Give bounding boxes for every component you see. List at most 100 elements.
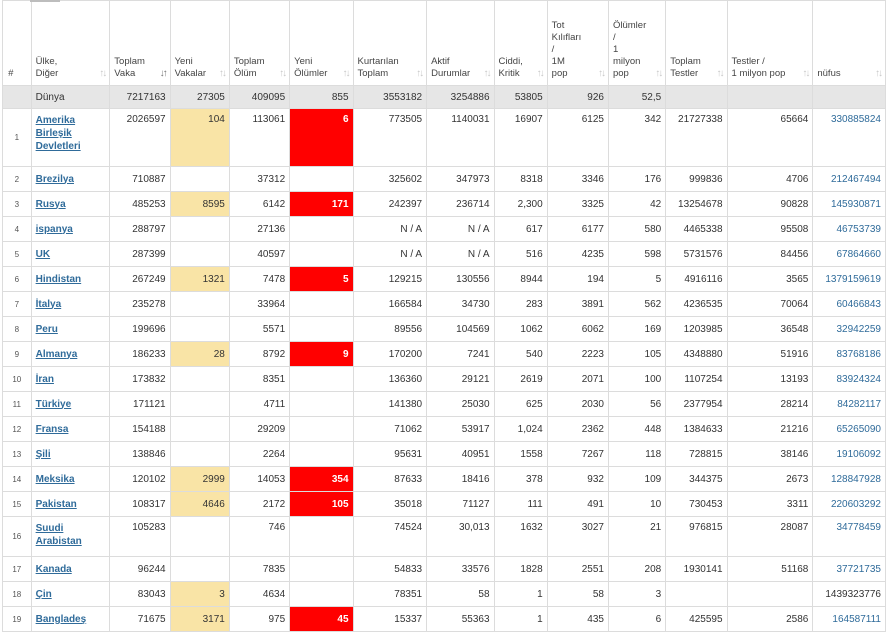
cell-population[interactable]: 220603292 bbox=[812, 491, 886, 517]
column-header-cases-per-1m[interactable]: Tot Kılıfları/1M pop ↑↓ bbox=[546, 0, 609, 86]
column-header-total-recovered[interactable]: Kurtarılan Toplam ↑↓ bbox=[352, 0, 428, 86]
country-link[interactable]: Hindistan bbox=[36, 273, 106, 286]
country-link[interactable]: Türkiye bbox=[36, 398, 106, 411]
cell-country: Çin bbox=[30, 581, 111, 607]
cell-population[interactable]: 128847928 bbox=[812, 466, 886, 492]
column-header-total-tests[interactable]: Toplam Testler ↑↓ bbox=[665, 0, 728, 86]
cell-country: Kanada bbox=[30, 556, 111, 582]
column-header-active-cases[interactable]: Aktif Durumlar ↑↓ bbox=[426, 0, 495, 86]
cell-population[interactable]: 46753739 bbox=[812, 216, 886, 242]
column-header-label: Ölümler/1 milyon pop bbox=[612, 20, 647, 79]
column-header-total-deaths[interactable]: Toplam Ölüm ↑↓ bbox=[228, 0, 291, 86]
cell-country: Dünya bbox=[30, 85, 111, 109]
cell-population[interactable]: 65265090 bbox=[812, 416, 886, 442]
country-link[interactable]: UK bbox=[36, 248, 106, 261]
country-link[interactable]: Rusya bbox=[36, 198, 106, 211]
cell-total-recovered: 170200 bbox=[352, 341, 428, 367]
cell-population[interactable]: 164587111 bbox=[812, 606, 886, 632]
country-link[interactable]: Peru bbox=[36, 323, 106, 336]
cell-population[interactable]: 1379159619 bbox=[812, 266, 886, 292]
column-header-deaths-per-1m[interactable]: Ölümler/1 milyon pop ↑↓ bbox=[607, 0, 667, 86]
country-link[interactable]: İtalya bbox=[36, 298, 106, 311]
cell-cases-per-1m: 932 bbox=[546, 466, 609, 492]
cell-total-recovered: 242397 bbox=[352, 191, 428, 217]
cell-index: 9 bbox=[2, 341, 32, 367]
country-link[interactable]: Fransa bbox=[36, 423, 106, 436]
country-link[interactable]: Şili bbox=[36, 448, 106, 461]
country-link[interactable]: Almanya bbox=[36, 348, 106, 361]
cell-total-deaths: 27136 bbox=[228, 216, 291, 242]
cell-population[interactable]: 67864660 bbox=[812, 241, 886, 267]
column-header-population[interactable]: nüfus ↑↓ bbox=[812, 0, 886, 86]
sort-arrows-icon[interactable]: ↓↑ bbox=[160, 68, 168, 80]
cell-deaths-per-1m: 448 bbox=[607, 416, 667, 442]
country-link[interactable]: ispanya bbox=[36, 223, 106, 236]
column-header-label: Tot Kılıfları/1M pop bbox=[551, 20, 582, 79]
cell-total-recovered: N / A bbox=[352, 241, 428, 267]
column-header-total-cases[interactable]: Toplam Vaka ↓↑ bbox=[109, 0, 171, 86]
cell-serious-critical: 53805 bbox=[493, 85, 548, 109]
cell-population[interactable]: 60466843 bbox=[812, 291, 886, 317]
country-link[interactable]: Suudi Arabistan bbox=[36, 522, 106, 548]
cell-index: 12 bbox=[2, 416, 32, 442]
sort-arrows-icon[interactable]: ↑↓ bbox=[279, 68, 287, 80]
country-link[interactable]: Çin bbox=[36, 588, 106, 601]
cell-population[interactable]: 19106092 bbox=[812, 441, 886, 467]
cell-population[interactable]: 34778459 bbox=[812, 516, 886, 557]
sort-arrows-icon[interactable]: ↑↓ bbox=[219, 68, 227, 80]
cell-population[interactable]: 145930871 bbox=[812, 191, 886, 217]
table-row: 8 Peru 199696 5571 89556 104569 1062 6062 169 120… bbox=[2, 316, 886, 342]
sort-arrows-icon[interactable]: ↑↓ bbox=[416, 68, 424, 80]
cell-new-deaths bbox=[289, 216, 354, 242]
country-link[interactable]: Kanada bbox=[36, 563, 106, 576]
cell-population[interactable]: 83768186 bbox=[812, 341, 886, 367]
cell-population[interactable]: 32942259 bbox=[812, 316, 886, 342]
cell-new-deaths: 45 bbox=[289, 606, 354, 632]
cell-country: Bangladeş bbox=[30, 606, 111, 632]
cell-deaths-per-1m: 56 bbox=[607, 391, 667, 417]
column-header-index: # bbox=[2, 0, 32, 86]
sort-arrows-icon[interactable]: ↑↓ bbox=[802, 68, 810, 80]
sort-arrows-icon[interactable]: ↑↓ bbox=[717, 68, 725, 80]
cell-country: İtalya bbox=[30, 291, 111, 317]
cell-total-cases: 171121 bbox=[109, 391, 171, 417]
cell-total-recovered: 15337 bbox=[352, 606, 428, 632]
cell-population[interactable]: 83924324 bbox=[812, 366, 886, 392]
cell-new-cases bbox=[169, 441, 230, 467]
sort-arrows-icon[interactable]: ↑↓ bbox=[484, 68, 492, 80]
column-header-new-deaths[interactable]: Yeni Ölümler ↑↓ bbox=[289, 0, 354, 86]
country-link[interactable]: Brezilya bbox=[36, 173, 106, 186]
country-link[interactable]: İran bbox=[36, 373, 106, 386]
cell-new-deaths bbox=[289, 316, 354, 342]
sort-arrows-icon[interactable]: ↑↓ bbox=[343, 68, 351, 80]
column-header-serious-critical[interactable]: Ciddi, Kritik ↑↓ bbox=[493, 0, 548, 86]
cell-cases-per-1m: 6062 bbox=[546, 316, 609, 342]
cell-tests-per-1m: 51916 bbox=[726, 341, 814, 367]
sort-arrows-icon[interactable]: ↑↓ bbox=[99, 68, 107, 80]
cell-index: 6 bbox=[2, 266, 32, 292]
cell-population[interactable]: 330885824 bbox=[812, 108, 886, 167]
cell-population[interactable]: 212467494 bbox=[812, 166, 886, 192]
column-header-label: Yeni Vakalar bbox=[174, 56, 207, 79]
cell-new-cases: 104 bbox=[169, 108, 230, 167]
country-link[interactable]: Amerika Birleşik Devletleri bbox=[36, 114, 106, 153]
cell-new-deaths bbox=[289, 291, 354, 317]
table-row: 5 UK 287399 40597 N / AN / A 516 4235 598 573157… bbox=[2, 241, 886, 267]
column-header-country[interactable]: Ülke, Diğer ↑↓ bbox=[30, 0, 111, 86]
cell-tests-per-1m: 3565 bbox=[726, 266, 814, 292]
cell-population[interactable]: 84282117 bbox=[812, 391, 886, 417]
column-header-new-cases[interactable]: Yeni Vakalar ↑↓ bbox=[169, 0, 230, 86]
cell-total-tests: 4916116 bbox=[665, 266, 728, 292]
sort-arrows-icon[interactable]: ↑↓ bbox=[655, 68, 663, 80]
cell-total-cases: 108317 bbox=[109, 491, 171, 517]
cell-cases-per-1m: 6125 bbox=[546, 108, 609, 167]
sort-arrows-icon[interactable]: ↑↓ bbox=[537, 68, 545, 80]
sort-arrows-icon[interactable]: ↑↓ bbox=[875, 68, 883, 80]
cell-population[interactable]: 37721735 bbox=[812, 556, 886, 582]
country-link[interactable]: Pakistan bbox=[36, 498, 106, 511]
column-header-tests-per-1m[interactable]: Testler /1 milyon pop ↑↓ bbox=[726, 0, 814, 86]
cell-active-cases: 130556 bbox=[426, 266, 495, 292]
cell-new-deaths bbox=[289, 366, 354, 392]
sort-arrows-icon[interactable]: ↑↓ bbox=[598, 68, 606, 80]
country-link[interactable]: Meksika bbox=[36, 473, 106, 486]
